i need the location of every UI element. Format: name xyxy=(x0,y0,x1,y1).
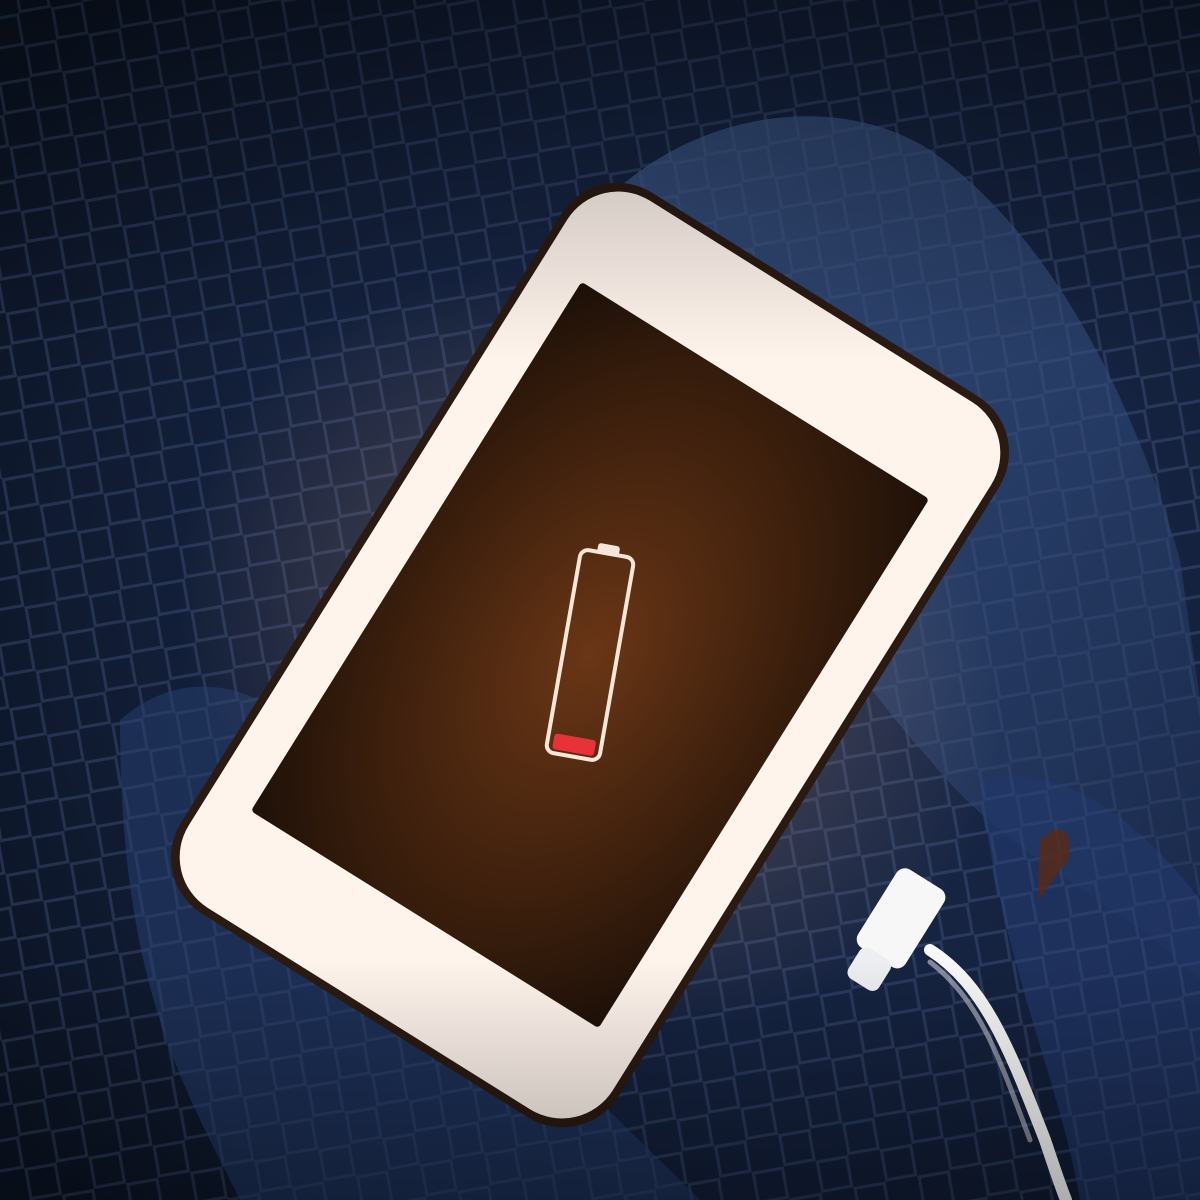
vignette xyxy=(0,0,1200,1200)
photo-scene xyxy=(0,0,1200,1200)
scene-svg xyxy=(0,0,1200,1200)
